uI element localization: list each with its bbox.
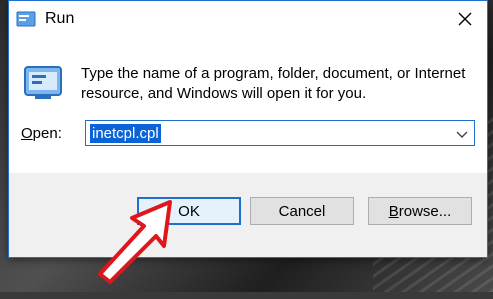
close-button[interactable] xyxy=(453,7,477,31)
cancel-button[interactable]: Cancel xyxy=(250,197,354,225)
run-program-icon xyxy=(21,59,67,105)
close-icon xyxy=(458,12,472,26)
title-bar: Run xyxy=(9,1,487,37)
open-input-value[interactable]: inetcpl.cpl xyxy=(90,124,161,143)
run-icon xyxy=(15,8,37,30)
browse-button[interactable]: Browse... xyxy=(368,197,472,225)
chevron-down-icon[interactable] xyxy=(454,126,470,142)
open-combobox[interactable]: inetcpl.cpl xyxy=(85,120,475,146)
open-label-hotkey: O xyxy=(21,125,33,142)
instruction-text: Type the name of a program, folder, docu… xyxy=(81,65,466,102)
browse-hotkey: B xyxy=(388,202,399,220)
open-label: Open: xyxy=(21,125,62,142)
window-title: Run xyxy=(45,10,75,27)
pointer-arrow-icon xyxy=(60,194,210,294)
browse-label-rest: rowse... xyxy=(398,202,452,220)
open-label-rest: pen: xyxy=(32,125,62,142)
